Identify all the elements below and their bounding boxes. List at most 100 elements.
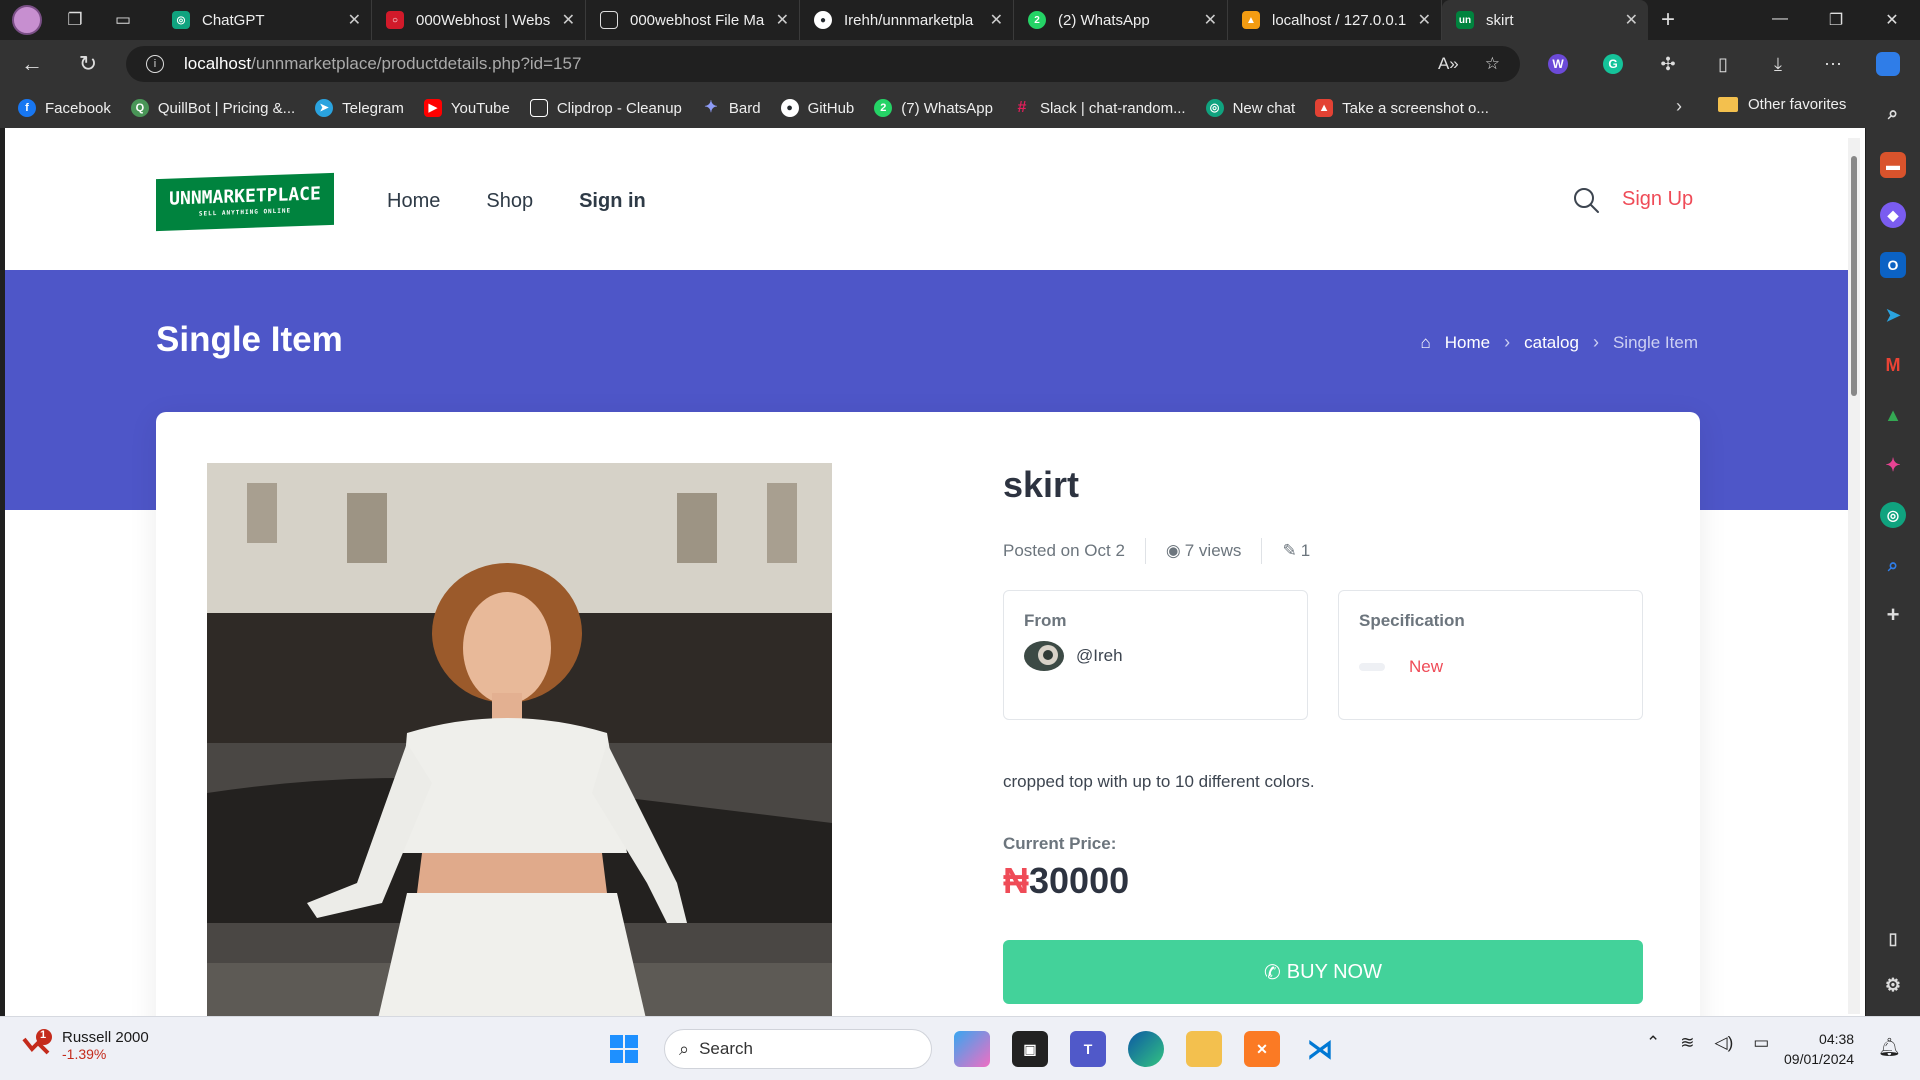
task-view-icon[interactable]: ▣ xyxy=(1012,1031,1048,1067)
copilot-sidebar-icon[interactable]: ◆ xyxy=(1880,202,1906,228)
refresh-icon[interactable]: ↻ xyxy=(70,46,106,82)
bookmark-bard[interactable]: ✦ Bard xyxy=(702,99,760,117)
copilot-icon[interactable] xyxy=(1870,46,1906,82)
stock-widget[interactable]: 1 Russell 2000 -1.39% xyxy=(22,1029,149,1062)
tab-chatgpt[interactable]: ◎ ChatGPT ✕ xyxy=(158,0,372,40)
edge-icon[interactable] xyxy=(1128,1031,1164,1067)
breadcrumb-home[interactable]: Home xyxy=(1445,333,1490,353)
buy-now-button[interactable]: ✆ BUY NOW xyxy=(1003,940,1643,1004)
chevron-up-icon[interactable]: ⌃ xyxy=(1646,1033,1660,1053)
tab-000webhost[interactable]: ○ 000Webhost | Webs ✕ xyxy=(372,0,586,40)
system-tray: ⌃ ≋ ◁) ▭ xyxy=(1646,1033,1769,1053)
bookmark-screenshot[interactable]: ▲ Take a screenshot o... xyxy=(1315,99,1489,117)
outlook-icon[interactable]: O xyxy=(1880,252,1906,278)
vscode-icon[interactable]: ⋊ xyxy=(1302,1031,1338,1067)
close-tab-icon[interactable]: ✕ xyxy=(1625,10,1638,30)
file-explorer-icon[interactable] xyxy=(1186,1031,1222,1067)
page-title: Single Item xyxy=(156,320,343,359)
add-sidebar-icon[interactable]: + xyxy=(1880,602,1906,628)
bookmark-youtube[interactable]: ▶ YouTube xyxy=(423,99,510,117)
close-tab-icon[interactable]: ✕ xyxy=(1418,10,1431,30)
bookmark-new-chat[interactable]: ◎ New chat xyxy=(1205,99,1295,117)
search-icon[interactable] xyxy=(1572,186,1600,214)
close-tab-icon[interactable]: ✕ xyxy=(990,10,1003,30)
downloads-icon[interactable]: ⤓ xyxy=(1760,46,1796,82)
bookmark-facebook[interactable]: f Facebook xyxy=(18,99,111,117)
close-tab-icon[interactable]: ✕ xyxy=(562,10,575,30)
desktop: ❐ ▭ ◎ ChatGPT ✕ ○ 000Webhost | Webs ✕ 00… xyxy=(0,0,1920,1080)
extensions-puzzle-icon[interactable]: ✣ xyxy=(1650,46,1686,82)
read-aloud-icon[interactable]: A» xyxy=(1438,54,1459,74)
tab-actions-icon[interactable]: ▭ xyxy=(108,5,138,35)
xampp-icon[interactable]: ✕ xyxy=(1244,1031,1280,1067)
settings-gear-icon[interactable]: ⚙ xyxy=(1880,972,1906,998)
new-tab-button[interactable]: + xyxy=(1648,6,1688,34)
favorite-star-icon[interactable]: ☆ xyxy=(1485,54,1500,74)
bookmark-telegram[interactable]: ➤ Telegram xyxy=(315,99,404,117)
main-nav: Home Shop Sign in xyxy=(387,190,646,213)
specification-label: Specification xyxy=(1359,611,1465,630)
battery-icon[interactable]: ▭ xyxy=(1753,1033,1769,1053)
tab-skirt[interactable]: un skirt ✕ xyxy=(1442,0,1648,40)
specification-box: Specification New xyxy=(1338,590,1643,720)
product-price: ₦30000 xyxy=(1003,860,1129,902)
signup-link[interactable]: Sign Up xyxy=(1622,188,1693,211)
wifi-icon[interactable]: ≋ xyxy=(1680,1033,1694,1053)
nav-signin[interactable]: Sign in xyxy=(579,190,646,213)
notification-bell-icon[interactable]: 🔔︎ xyxy=(1878,1037,1901,1058)
volume-icon[interactable]: ◁) xyxy=(1715,1033,1734,1053)
copilot-taskbar-icon[interactable] xyxy=(954,1031,990,1067)
chevron-right-icon[interactable]: › xyxy=(1676,96,1682,117)
teams-icon[interactable]: T xyxy=(1070,1031,1106,1067)
chatgpt-icon: ◎ xyxy=(1205,99,1224,117)
address-bar[interactable]: i localhost /unnmarketplace/productdetai… xyxy=(126,46,1520,82)
tab-whatsapp[interactable]: 2 (2) WhatsApp ✕ xyxy=(1014,0,1228,40)
hide-sidebar-icon[interactable]: ▯ xyxy=(1880,926,1906,952)
tab-github[interactable]: ● Irehh/unnmarketpla ✕ xyxy=(800,0,1014,40)
tools-icon[interactable]: ▬ xyxy=(1880,152,1906,178)
workspaces-icon[interactable]: ❐ xyxy=(60,5,90,35)
seller-avatar[interactable] xyxy=(1024,641,1064,671)
github-icon: ● xyxy=(780,99,799,117)
other-favorites-folder[interactable]: Other favorites xyxy=(1718,96,1846,113)
web-page: UNNMARKETPLACE SELL ANYTHING ONLINE Home… xyxy=(5,128,1865,1016)
bookmark-github[interactable]: ● GitHub xyxy=(780,99,854,117)
extension-w-icon[interactable]: W xyxy=(1540,46,1576,82)
bookmark-whatsapp[interactable]: 2 (7) WhatsApp xyxy=(874,99,993,117)
close-tab-icon[interactable]: ✕ xyxy=(776,10,789,30)
minimize-icon[interactable]: — xyxy=(1752,10,1808,30)
restore-icon[interactable]: ❐ xyxy=(1808,10,1864,30)
back-icon[interactable]: ← xyxy=(14,46,50,82)
seller-handle[interactable]: @Ireh xyxy=(1076,646,1123,666)
close-tab-icon[interactable]: ✕ xyxy=(348,10,361,30)
grammarly-icon[interactable]: G xyxy=(1595,46,1631,82)
gmail-icon[interactable]: M xyxy=(1880,352,1906,378)
send-icon[interactable]: ➤ xyxy=(1880,302,1906,328)
bookmark-clipdrop[interactable]: Clipdrop - Cleanup xyxy=(529,99,682,117)
sparkle-icon[interactable]: ✦ xyxy=(1880,452,1906,478)
nav-home[interactable]: Home xyxy=(387,190,440,213)
profile-avatar[interactable] xyxy=(12,5,42,35)
breadcrumb-catalog[interactable]: catalog xyxy=(1524,333,1579,353)
tab-phpmyadmin[interactable]: ▲ localhost / 127.0.0.1 ✕ xyxy=(1228,0,1442,40)
scrollbar-thumb[interactable] xyxy=(1851,156,1857,396)
start-windows-icon[interactable] xyxy=(606,1031,642,1067)
bookmark-quillbot[interactable]: Q QuillBot | Pricing &... xyxy=(130,99,295,117)
tab-file-manager[interactable]: 000webhost File Ma ✕ xyxy=(586,0,800,40)
bing-search-icon[interactable]: ⌕ xyxy=(1880,552,1906,578)
taskbar-search[interactable]: ⌕ Search xyxy=(664,1029,932,1069)
close-window-icon[interactable]: ✕ xyxy=(1864,10,1920,30)
more-menu-icon[interactable]: ⋯ xyxy=(1815,46,1851,82)
close-tab-icon[interactable]: ✕ xyxy=(1204,10,1217,30)
drive-icon[interactable]: ▲ xyxy=(1880,402,1906,428)
site-info-icon[interactable]: i xyxy=(146,55,164,73)
clock[interactable]: 04:38 09/01/2024 xyxy=(1784,1029,1854,1069)
nav-shop[interactable]: Shop xyxy=(486,190,533,213)
sidebar-search-icon[interactable]: ⌕ xyxy=(1880,100,1906,126)
bookmark-slack[interactable]: # Slack | chat-random... xyxy=(1013,99,1186,117)
split-screen-icon[interactable]: ▯ xyxy=(1705,46,1741,82)
site-logo[interactable]: UNNMARKETPLACE SELL ANYTHING ONLINE xyxy=(156,172,334,232)
page-scrollbar[interactable] xyxy=(1848,138,1860,1014)
chatgpt-sidebar-icon[interactable]: ◎ xyxy=(1880,502,1906,528)
product-image[interactable] xyxy=(207,463,832,1016)
